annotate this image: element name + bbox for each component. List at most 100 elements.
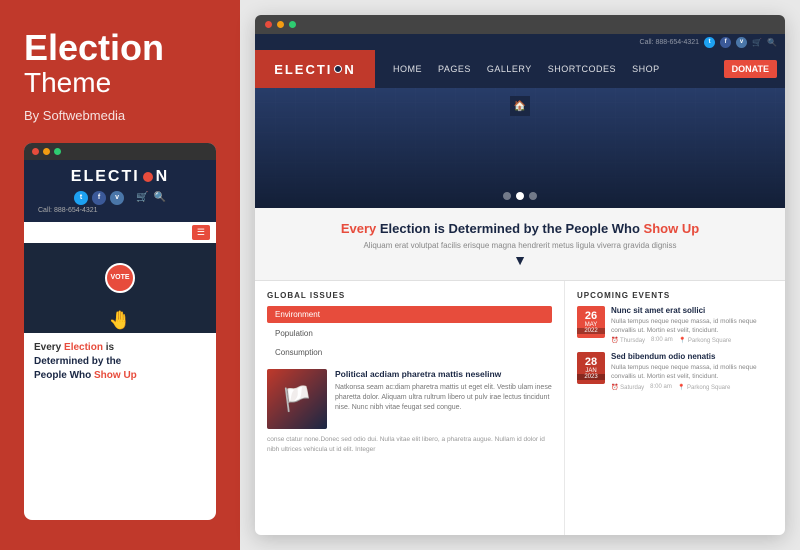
banner-is: is Determined by the People Who <box>430 221 643 236</box>
banner-every: Every <box>341 221 380 236</box>
nav-pages[interactable]: PAGES <box>430 50 479 88</box>
vk-icon[interactable]: v <box>110 191 124 205</box>
news-body: Natkonsa seam ac:diam pharetra mattis ut… <box>335 383 552 412</box>
author-label: By Softwebmedia <box>24 108 216 123</box>
upcoming-events-title: UPCOMING EVENTS <box>577 291 773 300</box>
event-year-2: 2023 <box>577 374 605 380</box>
win-dot-red <box>265 21 272 28</box>
desktop-logo: ELECTIN <box>274 62 356 77</box>
event-body-1: Nulla tempus neque neque massa, id molli… <box>611 317 773 335</box>
headline-people: People Who <box>34 370 94 381</box>
event-item-1: 26 MAY 2022 Nunc sit amet erat sollici N… <box>577 306 773 344</box>
mobile-preview: ELECTIN t f v 🛒 🔍 Call: 888-654-4321 ☰ V… <box>24 143 216 520</box>
event-time-1: 8:00 am <box>651 337 673 344</box>
mobile-headline: Every Election is Determined by the Peop… <box>34 341 206 383</box>
issue-population[interactable]: Population <box>267 325 552 342</box>
hamburger-menu[interactable]: ☰ <box>192 225 210 240</box>
event-day-name-2: ⏰ Saturday <box>611 384 644 391</box>
desktop-twitter-icon[interactable]: t <box>704 37 715 48</box>
right-panel: Call: 888-654-4321 t f v 🛒 🔍 ELECTIN HOM… <box>240 0 800 550</box>
mobile-hero: VOTE 🤚 <box>24 243 216 333</box>
issue-consumption[interactable]: Consumption <box>267 344 552 361</box>
search-icon[interactable]: 🔍 <box>154 192 166 203</box>
event-meta-2: ⏰ Saturday 8:00 am 📍 Parkong Square <box>611 384 773 391</box>
desktop-cart-icon[interactable]: 🛒 <box>752 38 762 47</box>
headline-every: Every <box>34 342 64 353</box>
nav-home[interactable]: HOME <box>385 50 430 88</box>
global-issues-title: GLOBAL ISSUES <box>267 291 552 300</box>
news-text: Political acdiam pharetra mattis neselin… <box>335 369 552 429</box>
hero-dot-3[interactable] <box>529 192 537 200</box>
event-location-1: 📍 Parkong Square <box>679 337 732 344</box>
event-info-2: Sed bibendum odio nenatis Nulla tempus n… <box>611 352 773 390</box>
title-theme: Theme <box>24 66 216 100</box>
desktop-window: Call: 888-654-4321 t f v 🛒 🔍 ELECTIN HOM… <box>255 15 785 535</box>
desktop-call-text: Call: 888-654-4321 <box>640 39 700 46</box>
desktop-search-icon[interactable]: 🔍 <box>767 38 777 47</box>
mobile-text-section: Every Election is Determined by the Peop… <box>24 333 216 391</box>
event-date-box-1: 26 MAY 2022 <box>577 306 605 338</box>
banner-headline: Every Election is Determined by the Peop… <box>275 220 765 238</box>
event-day-2: 28 <box>585 357 597 368</box>
window-dot-yellow <box>43 148 50 155</box>
left-panel: Election Theme By Softwebmedia ELECTIN t… <box>0 0 240 550</box>
hand-icon: 🤚 <box>109 310 131 331</box>
window-dot-green <box>54 148 61 155</box>
hero-dot-2[interactable] <box>516 192 524 200</box>
mobile-logo: ELECTIN <box>71 168 169 186</box>
hero-dot-1[interactable] <box>503 192 511 200</box>
event-item-2: 28 JAN 2023 Sed bibendum odio nenatis Nu… <box>577 352 773 390</box>
content-right: UPCOMING EVENTS 26 MAY 2022 Nunc sit ame… <box>565 281 785 535</box>
event-date-box-2: 28 JAN 2023 <box>577 352 605 384</box>
mobile-header-icons: 🛒 🔍 <box>136 192 166 203</box>
headline-show-up: Show Up <box>94 370 137 381</box>
nav-gallery[interactable]: GALLERY <box>479 50 540 88</box>
banner-show-up: Show Up <box>644 221 700 236</box>
desktop-vk-icon[interactable]: v <box>736 37 747 48</box>
banner-election: Election <box>380 221 431 236</box>
nav-donate-button[interactable]: DONATE <box>724 60 777 78</box>
nav-shortcodes[interactable]: SHORTCODES <box>540 50 624 88</box>
headline-election: Election <box>64 342 103 353</box>
desktop-top-bar <box>255 15 785 34</box>
theme-title: Election Theme By Softwebmedia <box>24 30 216 143</box>
logo-circle <box>334 65 342 73</box>
logo-o-circle <box>143 172 153 182</box>
news-row: 🏳️ Political acdiam pharetra mattis nese… <box>267 369 552 429</box>
event-body-2: Nulla tempus neque neque massa, id molli… <box>611 363 773 381</box>
desktop-nav: ELECTIN HOME PAGES GALLERY SHORTCODES SH… <box>255 50 785 88</box>
nav-top-bar: Call: 888-654-4321 t f v 🛒 🔍 <box>255 34 785 50</box>
facebook-icon[interactable]: f <box>92 191 106 205</box>
event-meta-1: ⏰ Thursday 8:00 am 📍 Parkong Square <box>611 337 773 344</box>
headline-determined: Determined by the <box>34 356 121 367</box>
nav-shop[interactable]: SHOP <box>624 50 668 88</box>
person-flag-icon: 🏳️ <box>282 385 312 414</box>
desktop-hero: 🏠 <box>255 88 785 208</box>
desktop-banner: Every Election is Determined by the Peop… <box>255 208 785 281</box>
event-day-name-1: ⏰ Thursday <box>611 337 645 344</box>
mobile-social-bar: t f v 🛒 🔍 <box>74 191 166 205</box>
headline-is: is <box>103 342 114 353</box>
win-dot-green <box>289 21 296 28</box>
hero-home-icon: 🏠 <box>510 96 530 116</box>
event-time-2: 8:00 am <box>650 384 672 391</box>
mobile-menu-bar: ☰ <box>24 222 216 243</box>
event-info-1: Nunc sit amet erat sollici Nulla tempus … <box>611 306 773 344</box>
vote-badge: VOTE <box>105 263 135 293</box>
mobile-header: ELECTIN t f v 🛒 🔍 Call: 888-654-4321 <box>24 160 216 222</box>
banner-arrow-icon: ▼ <box>275 252 765 268</box>
twitter-icon[interactable]: t <box>74 191 88 205</box>
event-year-1: 2022 <box>577 328 605 334</box>
mobile-call-text: Call: 888-654-4321 <box>34 207 206 214</box>
title-election: Election <box>24 30 216 66</box>
desktop-facebook-icon[interactable]: f <box>720 37 731 48</box>
news-image: 🏳️ <box>267 369 327 429</box>
issue-environment[interactable]: Environment <box>267 306 552 323</box>
banner-subtitle: Aliquam erat volutpat facilis erisque ma… <box>275 241 765 250</box>
cart-icon[interactable]: 🛒 <box>136 192 148 203</box>
window-dot-red <box>32 148 39 155</box>
hero-dots <box>503 192 537 200</box>
desktop-logo-area: ELECTIN <box>255 50 375 88</box>
desktop-content: GLOBAL ISSUES Environment Population Con… <box>255 281 785 535</box>
event-title-2: Sed bibendum odio nenatis <box>611 352 773 361</box>
